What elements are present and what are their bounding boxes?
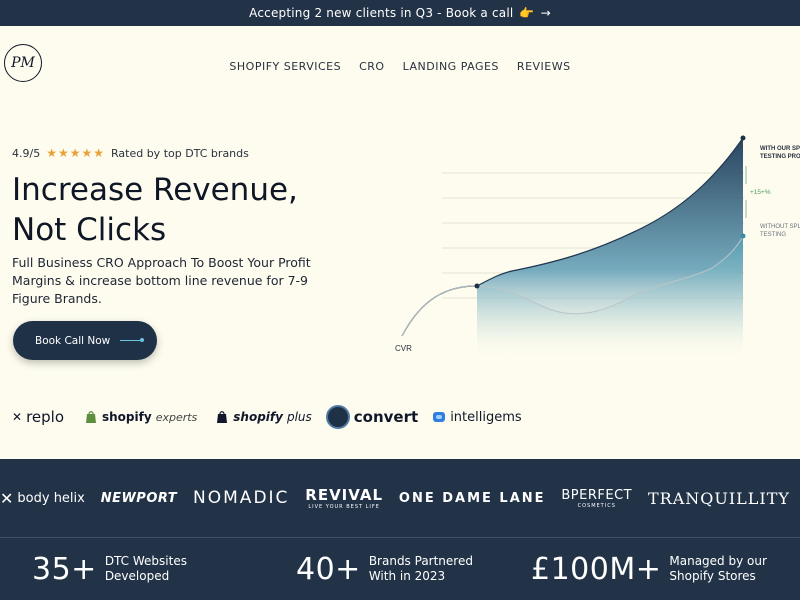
brand-tranquillity: TRANQUILLITY: [647, 488, 790, 508]
hero-headline: Increase Revenue, Not Clicks: [12, 170, 342, 250]
annotation-without-testing: WITHOUT SPLIT TESTING: [760, 224, 800, 238]
book-call-label: Book Call Now: [35, 334, 111, 347]
shopify-bag-icon: [217, 411, 228, 423]
announcement-bar[interactable]: Accepting 2 new clients in Q3 - Book a c…: [0, 0, 800, 26]
shopify-experts-suffix: experts: [155, 410, 198, 424]
nav-item-cro[interactable]: CRO: [359, 60, 384, 73]
partner-logos: ✕ replo shopify experts shopify plus con…: [12, 405, 522, 429]
revival-label: REVIVAL: [305, 486, 384, 504]
revival-tagline: LIVE YOUR BEST LIFE: [308, 504, 380, 510]
shopify-plus-suffix: plus: [286, 410, 312, 424]
brand-newport: NEWPORT: [100, 490, 178, 506]
data-point: [740, 233, 746, 239]
book-call-button[interactable]: Book Call Now: [13, 321, 157, 360]
partner-replo: ✕ replo: [12, 408, 64, 426]
stat-brands: 40+ Brands Partnered With in 2023: [296, 552, 489, 587]
main-nav: SHOPIFY SERVICES CRO LANDING PAGES REVIE…: [0, 60, 800, 73]
announcement-text[interactable]: Accepting 2 new clients in Q3 - Book a c…: [249, 6, 513, 20]
nav-item-landing-pages[interactable]: LANDING PAGES: [403, 60, 499, 73]
cvr-growth-chart: WITH OUR SPLIT TESTING PROCESS +15+% WIT…: [395, 135, 800, 358]
intelligems-label: intelligems: [450, 409, 522, 425]
partner-convert: convert: [325, 405, 419, 429]
rating-text: Rated by top DTC brands: [111, 146, 249, 160]
nav-item-reviews[interactable]: REVIEWS: [517, 60, 571, 73]
body-helix-x-icon: ✕: [0, 488, 14, 508]
body-helix-label: body helix: [17, 490, 85, 506]
arrow-right-icon[interactable]: →: [541, 6, 551, 20]
bperfect-label: BPERFECT: [561, 487, 633, 503]
annotation-uplift: +15+%: [750, 189, 771, 196]
stat-number: 35+: [32, 551, 97, 587]
brand-bperfect: BPERFECT COSMETICS: [561, 488, 632, 509]
convert-label: convert: [353, 408, 419, 426]
headline-line-1: Increase Revenue,: [12, 172, 298, 208]
shopify-experts-label: shopify: [102, 410, 152, 424]
brand-body-helix: ✕ body helix: [0, 489, 85, 508]
data-point: [740, 135, 746, 141]
partner-shopify-plus: shopify plus: [215, 410, 312, 424]
replo-x-icon: ✕: [12, 410, 23, 424]
stat-managed: £100M+ Managed by our Shopify Stores: [531, 552, 781, 587]
hero-subtext: Full Business CRO Approach To Boost Your…: [12, 255, 311, 306]
stats-bar: 35+ DTC Websites Developed 40+ Brands Pa…: [0, 538, 800, 600]
brand-one-dame-lane: ONE DAME LANE: [398, 490, 546, 506]
intelligems-gem-icon: [433, 412, 446, 422]
partner-intelligems: intelligems: [432, 409, 522, 425]
stat-number: £100M+: [531, 551, 662, 587]
shopify-plus-label: shopify: [233, 410, 283, 424]
stat-label: Managed by our Shopify Stores: [669, 554, 767, 583]
partner-shopify-experts: shopify experts: [84, 410, 197, 424]
replo-label: replo: [26, 408, 64, 426]
stat-label: Brands Partnered With in 2023: [368, 554, 473, 583]
brand-nomadic: NOMADIC: [193, 488, 290, 508]
bperfect-tagline: COSMETICS: [577, 502, 616, 509]
rating-row: 4.9/5 ★★★★★ Rated by top DTC brands: [12, 146, 249, 160]
brand-revival: REVIVAL LIVE YOUR BEST LIFE: [305, 486, 383, 510]
data-point: [474, 283, 480, 289]
stat-websites: 35+ DTC Websites Developed: [32, 552, 205, 587]
shopify-bag-icon: [86, 411, 96, 423]
convert-badge-icon: [325, 405, 350, 429]
arrow-line-icon: [120, 338, 145, 342]
stat-number: 40+: [296, 551, 361, 587]
pointing-hand-emoji: 👉: [519, 6, 535, 20]
rating-score: 4.9/5: [12, 146, 41, 160]
annotation-with-testing: WITH OUR SPLIT TESTING PROCESS: [760, 146, 800, 160]
star-rating-icon: ★★★★★: [46, 146, 105, 160]
y-axis-label: CVR: [395, 344, 412, 353]
stat-label: DTC Websites Developed: [104, 554, 187, 583]
nav-item-shopify-services[interactable]: SHOPIFY SERVICES: [229, 60, 341, 73]
client-brands-band: ✕ body helix NEWPORT NOMADIC REVIVAL LIV…: [0, 459, 800, 537]
headline-line-2: Not Clicks: [12, 212, 167, 248]
